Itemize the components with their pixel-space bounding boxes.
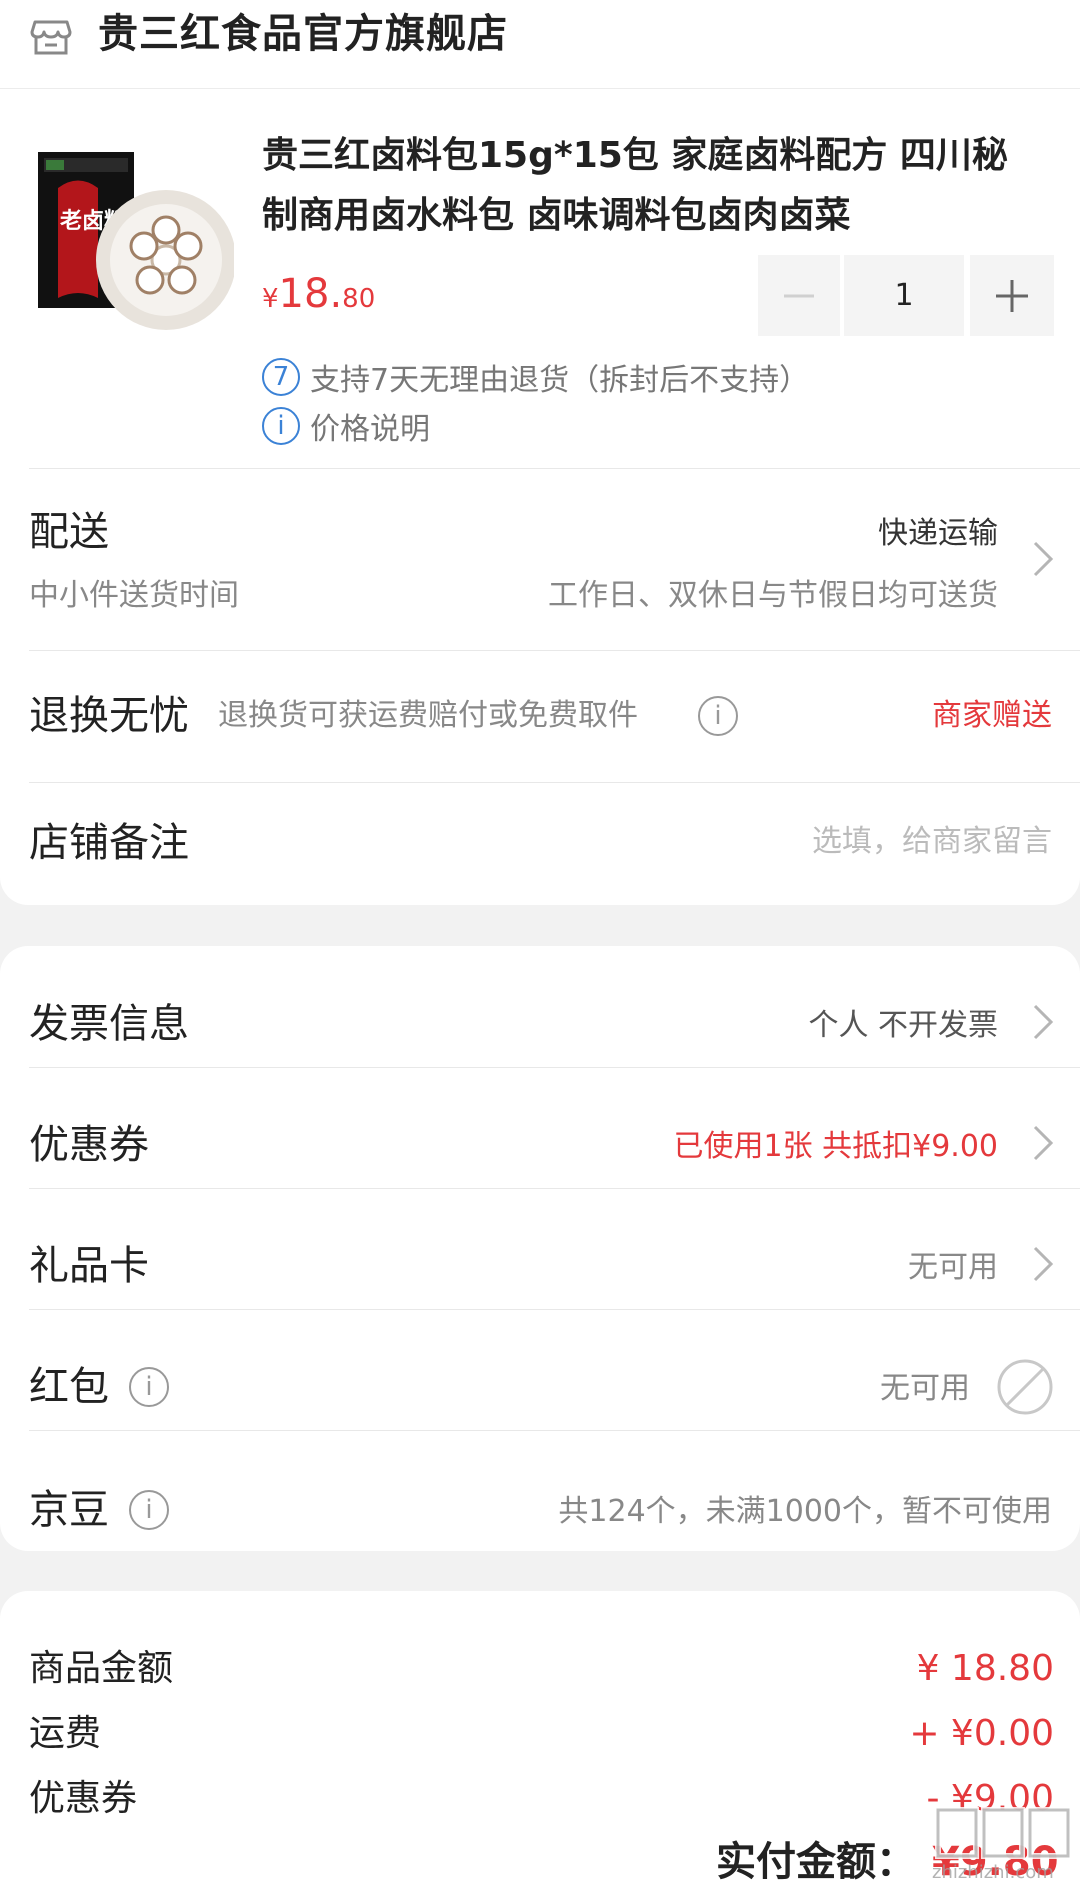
chevron-right-icon bbox=[1033, 541, 1054, 577]
plus-icon bbox=[996, 279, 1028, 312]
order-card: 贵三红食品官方旗舰店 老卤料 贵三红卤料包15g*15包 家庭卤料配方 四川秘制… bbox=[0, 0, 1080, 905]
product-title[interactable]: 贵三红卤料包15g*15包 家庭卤料配方 四川秘制商用卤水料包 卤味调料包卤肉卤… bbox=[262, 126, 1042, 246]
seven-day-icon: 7 bbox=[262, 358, 300, 396]
divider bbox=[29, 1430, 1080, 1431]
returns-desc: 退换货可获运费赔付或免费取件 bbox=[218, 698, 638, 733]
return-policy-text: 支持7天无理由退货（拆封后不支持） bbox=[310, 363, 810, 398]
store-icon bbox=[30, 20, 72, 55]
delivery-title: 配送 bbox=[29, 509, 109, 555]
divider bbox=[29, 1188, 1080, 1189]
info-icon: i bbox=[262, 407, 300, 445]
decrease-button[interactable] bbox=[758, 255, 840, 336]
chevron-right-icon bbox=[1033, 1004, 1054, 1040]
jingdou-title: 京豆 bbox=[29, 1487, 109, 1533]
minus-icon bbox=[784, 294, 814, 297]
coupon-title: 优惠券 bbox=[29, 1122, 149, 1168]
shipping-value: + ¥0.00 bbox=[909, 1713, 1054, 1754]
divider bbox=[29, 1067, 1080, 1068]
invoice-value: 个人 不开发票 bbox=[808, 1008, 998, 1043]
checkout-page: 贵三红食品官方旗舰店 老卤料 贵三红卤料包15g*15包 家庭卤料配方 四川秘制… bbox=[0, 0, 1080, 1892]
divider bbox=[29, 1309, 1080, 1310]
delivery-time-value: 工作日、双休日与节假日均可送货 bbox=[548, 578, 998, 613]
watermark-text: zhizhizhi.com bbox=[932, 1862, 1054, 1883]
return-policy: 7 支持7天无理由退货（拆封后不支持） bbox=[262, 357, 810, 398]
benefits-card: 发票信息 个人 不开发票 优惠券 已使用1张 共抵扣¥9.00 礼品卡 无可用 … bbox=[0, 946, 1080, 1551]
remark-input[interactable]: 选填，给商家留言 bbox=[812, 820, 1052, 864]
price-summary-card: 商品金额 ¥ 18.80 运费 + ¥0.00 优惠券 - ¥9.00 bbox=[0, 1591, 1080, 1892]
coupon-value: 已使用1张 共抵扣¥9.00 bbox=[673, 1129, 998, 1164]
divider bbox=[29, 650, 1080, 651]
price-decimal: 80 bbox=[342, 284, 376, 314]
shipping-label: 运费 bbox=[29, 1713, 102, 1754]
total-label: 实付金额： bbox=[716, 1839, 916, 1885]
quantity-value[interactable]: 1 bbox=[844, 255, 964, 336]
divider bbox=[29, 782, 1080, 783]
increase-button[interactable] bbox=[970, 255, 1054, 336]
delivery-method: 快递运输 bbox=[878, 516, 998, 551]
divider bbox=[29, 468, 1080, 469]
remark-title: 店铺备注 bbox=[29, 820, 189, 866]
redpacket-value: 无可用 bbox=[880, 1371, 970, 1406]
coupon-summary-label: 优惠券 bbox=[29, 1778, 138, 1819]
returns-badge: 商家赠送 bbox=[932, 698, 1052, 733]
store-name: 贵三红食品官方旗舰店 bbox=[98, 11, 508, 57]
invoice-title: 发票信息 bbox=[29, 1001, 189, 1047]
price-note-text: 价格说明 bbox=[310, 412, 430, 447]
store-header[interactable]: 贵三红食品官方旗舰店 bbox=[0, 0, 1080, 89]
product-price: ¥18.80 bbox=[262, 267, 375, 329]
jingdou-value: 共124个，未满1000个，暂不可使用 bbox=[558, 1494, 1052, 1529]
chevron-right-icon bbox=[1033, 1125, 1054, 1161]
goods-amount-label: 商品金额 bbox=[29, 1648, 174, 1689]
disabled-icon bbox=[997, 1359, 1053, 1415]
product-thumbnail[interactable]: 老卤料 bbox=[38, 148, 234, 338]
quantity-stepper: 1 bbox=[758, 255, 1054, 336]
info-icon[interactable]: i bbox=[698, 696, 738, 736]
price-note[interactable]: i 价格说明 bbox=[262, 406, 430, 447]
redpacket-title: 红包 bbox=[29, 1364, 109, 1410]
chevron-right-icon bbox=[1033, 1246, 1054, 1282]
price-currency: ¥ bbox=[262, 284, 279, 314]
info-icon[interactable]: i bbox=[129, 1367, 169, 1407]
giftcard-value: 无可用 bbox=[908, 1250, 998, 1285]
goods-amount-value: ¥ 18.80 bbox=[916, 1648, 1054, 1689]
returns-title: 退换无忧 bbox=[29, 693, 189, 739]
info-icon[interactable]: i bbox=[129, 1490, 169, 1530]
delivery-time-label: 中小件送货时间 bbox=[29, 578, 239, 613]
price-integer: 18. bbox=[278, 271, 343, 317]
giftcard-title: 礼品卡 bbox=[29, 1243, 149, 1289]
